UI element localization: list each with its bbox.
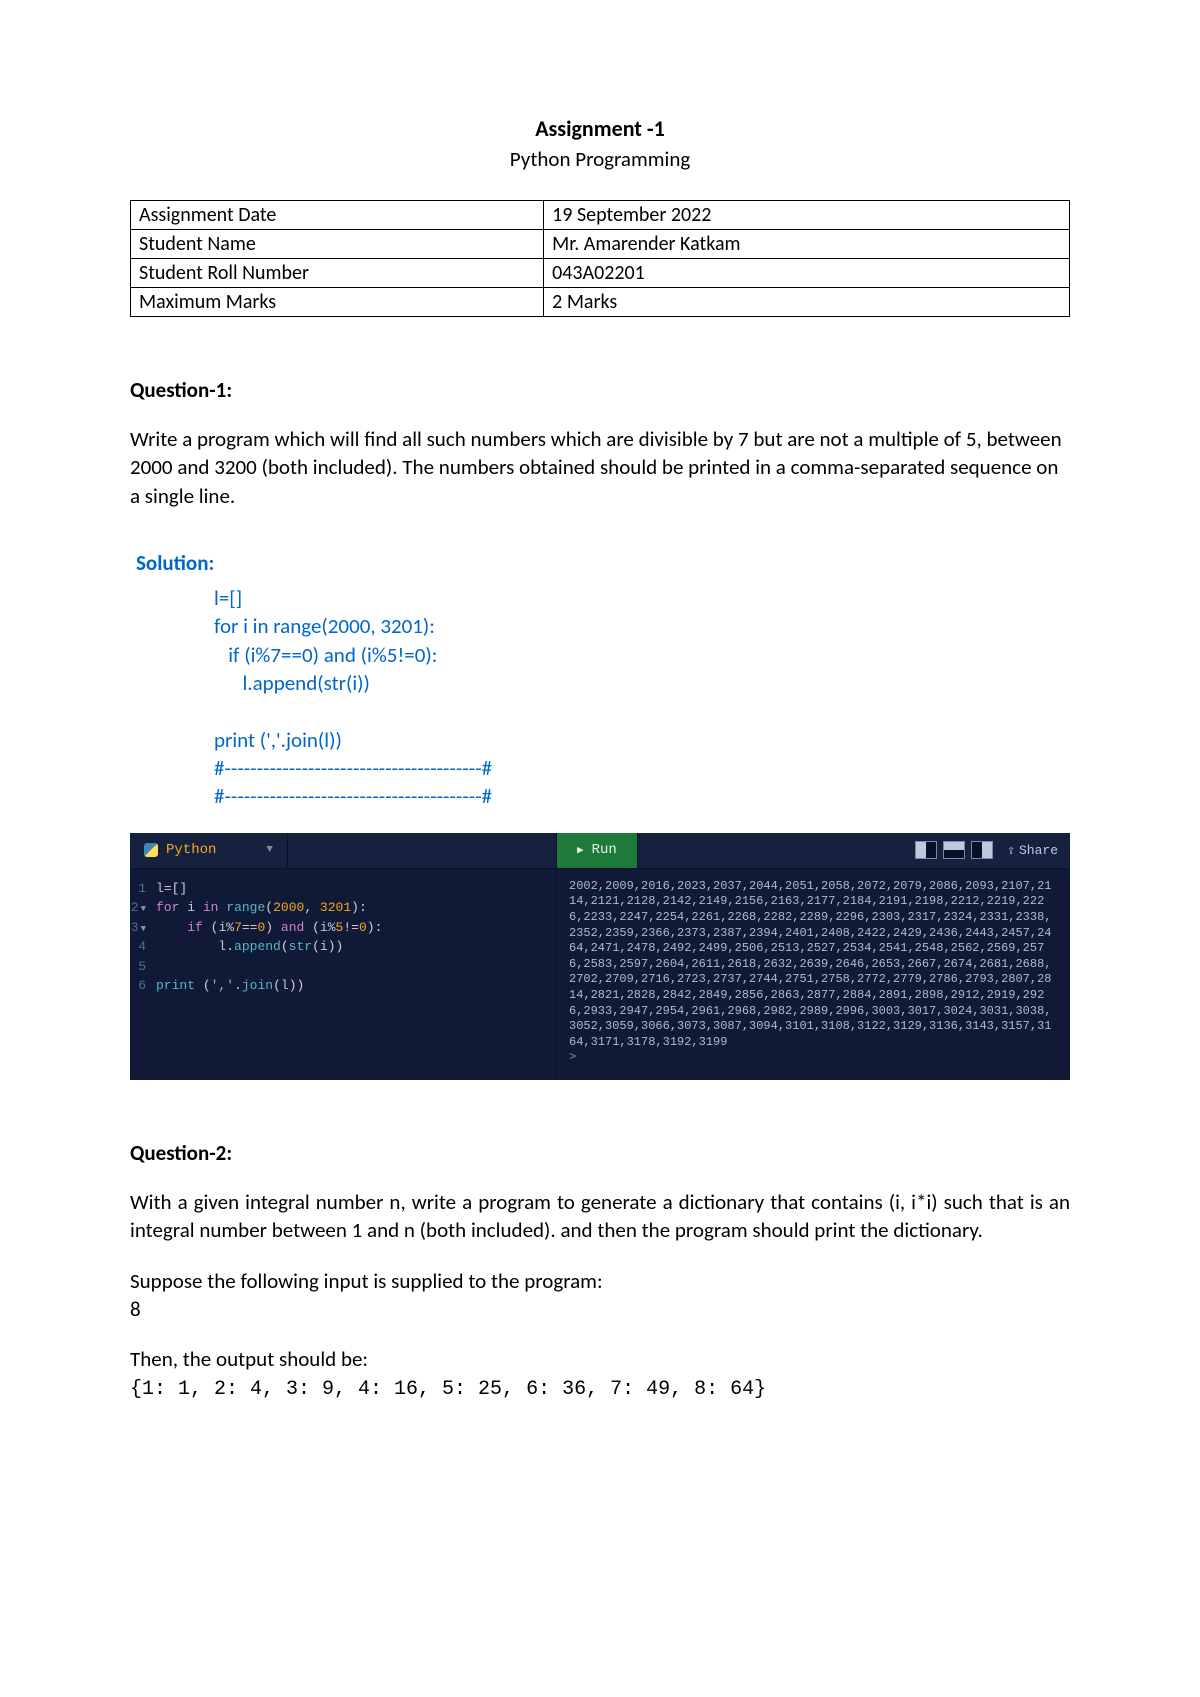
meta-value: 19 September 2022 — [544, 201, 1070, 230]
layout-right-icon[interactable] — [971, 841, 993, 859]
code-pane[interactable]: 1l=[]2▼for i in range(2000, 3201):3▼ if … — [130, 869, 556, 1080]
line-number: 6 — [130, 976, 156, 996]
output-text: 2002,2009,2016,2023,2037,2044,2051,2058,… — [569, 879, 1058, 1051]
code-line: 6print (','.join(l)) — [130, 976, 556, 996]
meta-label: Student Name — [131, 230, 544, 259]
meta-value: 043A02201 — [544, 259, 1070, 288]
code-line: 3▼ if (i%7==0) and (i%5!=0): — [130, 918, 556, 938]
layout-top-icon[interactable] — [943, 841, 965, 859]
question-2-text: With a given integral number n, write a … — [130, 1188, 1070, 1245]
code-line: 2▼for i in range(2000, 3201): — [130, 898, 556, 918]
header-right: ⇪ Share — [903, 833, 1070, 868]
page-subtitle: Python Programming — [130, 146, 1070, 172]
code-text: for i in range(2000, 3201): — [156, 898, 367, 918]
layout-left-icon[interactable] — [915, 841, 937, 859]
line-number: 5 — [130, 957, 156, 977]
page-title: Assignment -1 — [130, 115, 1070, 142]
question-2-output-value: {1: 1, 2: 4, 3: 9, 4: 16, 5: 25, 6: 36, … — [130, 1378, 1070, 1401]
code-line: 5 — [130, 957, 556, 977]
code-text: l=[] — [156, 879, 187, 899]
share-label: Share — [1019, 843, 1058, 858]
question-2-input-label: Suppose the following input is supplied … — [130, 1267, 1070, 1324]
play-icon: ▶ — [577, 843, 584, 857]
code-line: 1l=[] — [130, 879, 556, 899]
meta-table: Assignment Date19 September 2022Student … — [130, 200, 1070, 317]
line-number: 2▼ — [130, 898, 156, 918]
run-label: Run — [592, 842, 617, 858]
line-number: 1 — [130, 879, 156, 899]
run-button[interactable]: ▶ Run — [556, 833, 638, 868]
output-prompt: > — [569, 1050, 1058, 1066]
meta-label: Student Roll Number — [131, 259, 544, 288]
meta-value: Mr. Amarender Katkam — [544, 230, 1070, 259]
table-row: Student Roll Number043A02201 — [131, 259, 1070, 288]
meta-label: Assignment Date — [131, 201, 544, 230]
editor-header: Python ▼ ▶ Run ⇪ Share — [130, 833, 1070, 869]
question-2-output-label: Then, the output should be: — [130, 1345, 1070, 1373]
meta-value: 2 Marks — [544, 288, 1070, 317]
table-row: Maximum Marks2 Marks — [131, 288, 1070, 317]
solution-code: l=[] for i in range(2000, 3201): if (i%7… — [214, 584, 1070, 811]
solution-label: Solution: — [136, 550, 1070, 576]
meta-label: Maximum Marks — [131, 288, 544, 317]
line-number: 3▼ — [130, 918, 156, 938]
question-1-text: Write a program which will find all such… — [130, 425, 1070, 510]
share-icon: ⇪ — [1007, 843, 1015, 858]
line-number: 4 — [130, 937, 156, 957]
python-icon — [144, 843, 158, 857]
output-pane: 2002,2009,2016,2023,2037,2044,2051,2058,… — [556, 869, 1070, 1080]
code-line: 4 l.append(str(i)) — [130, 937, 556, 957]
chevron-down-icon: ▼ — [266, 844, 273, 856]
language-label: Python — [166, 842, 216, 858]
share-button[interactable]: ⇪ Share — [1007, 843, 1058, 858]
code-text: l.append(str(i)) — [156, 937, 343, 957]
code-text: print (','.join(l)) — [156, 976, 304, 996]
question-2-input-value: 8 — [130, 1296, 141, 1322]
question-2-heading: Question-2: — [130, 1140, 1070, 1166]
question-1-heading: Question-1: — [130, 377, 1070, 403]
language-selector[interactable]: Python ▼ — [130, 833, 288, 868]
table-row: Student NameMr. Amarender Katkam — [131, 230, 1070, 259]
table-row: Assignment Date19 September 2022 — [131, 201, 1070, 230]
code-text: if (i%7==0) and (i%5!=0): — [156, 918, 382, 938]
code-editor: Python ▼ ▶ Run ⇪ Share 1l=[]2▼for i in r… — [130, 833, 1070, 1080]
